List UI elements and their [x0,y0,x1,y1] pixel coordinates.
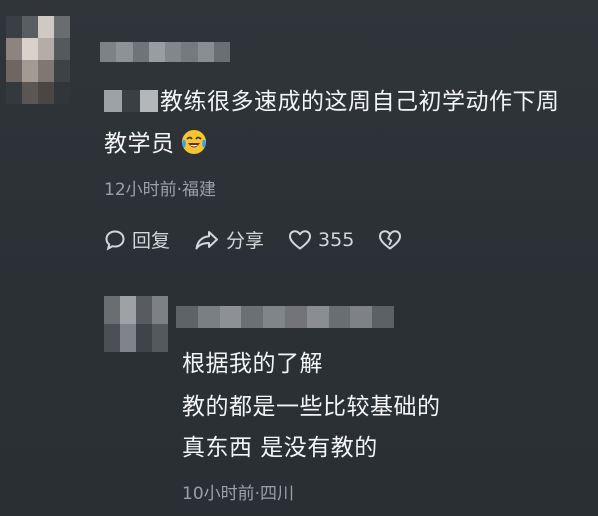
replier-username[interactable] [176,306,394,328]
dislike-button[interactable] [378,229,408,251]
reply-text-line3: 真东西 是没有教的 [182,435,378,461]
reply-label: 回复 [132,230,171,252]
masked-mention [104,90,158,112]
commenter-username[interactable] [100,42,230,62]
commenter-avatar[interactable] [6,16,70,104]
broken-heart-icon [379,229,402,249]
comment-text-line2: 教学员 [104,131,175,157]
reply-text-line1: 根据我的了解 [182,351,323,377]
like-count: 355 [318,228,355,251]
share-arrow-icon [195,230,219,249]
replier-avatar[interactable] [104,296,168,352]
laughing-crying-face-icon [181,130,206,154]
comment-action-bar: 回复 分享 355 [104,226,432,253]
reply-meta: 10小时前·四川 [182,484,295,504]
reply-text-line2: 教的都是一些比较基础的 [182,394,441,420]
comment-text-line1: 教练很多速成的这周自己初学动作下周 [160,89,560,115]
heart-icon [289,229,312,249]
speech-bubble-icon [105,229,125,250]
share-button[interactable]: 分享 [194,226,264,253]
comment-meta: 12小时前·福建 [104,180,217,200]
comment-text-line2-wrap: 教学员 [104,124,207,164]
reply-button[interactable]: 回复 [104,226,170,253]
share-label: 分享 [226,230,265,252]
like-button[interactable]: 355 [288,229,354,251]
